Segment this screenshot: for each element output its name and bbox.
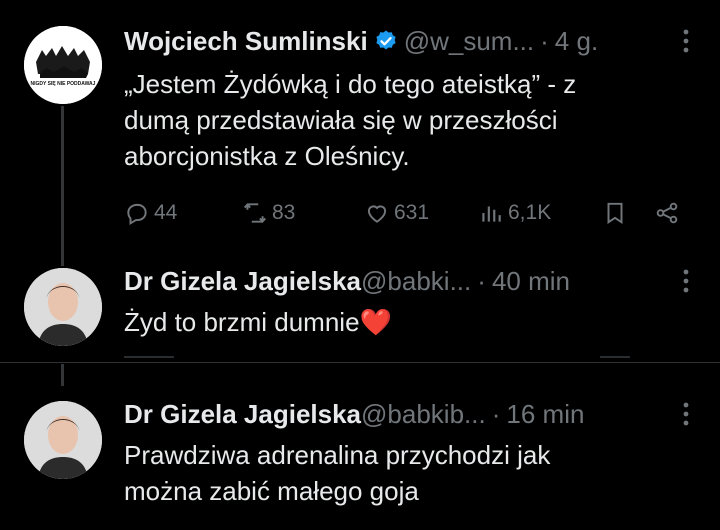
tweet-1[interactable]: NIGDY SIĘ NIE PODDAWAJ Wojciech Sumlinsk… (0, 0, 720, 266)
repost-button[interactable]: 83 (242, 196, 295, 230)
timestamp[interactable]: 16 min (506, 399, 584, 430)
avatar-caption: NIGDY SIĘ NIE PODDAWAJ (30, 81, 96, 87)
avatar[interactable]: NIGDY SIĘ NIE PODDAWAJ (24, 26, 102, 104)
tweet-header: Wojciech Sumlinski @w_sum... · 4 g. (124, 24, 700, 58)
separator-dot: · (540, 25, 549, 56)
tweet-header: Dr Gizela Jagielska @babkib... · 16 min (124, 397, 700, 431)
hidden-actions-divider (600, 356, 630, 358)
author-handle[interactable]: @babkib... (361, 399, 486, 430)
more-options-icon[interactable] (674, 397, 698, 431)
wolves-logo-icon (24, 26, 102, 104)
repost-icon (243, 203, 267, 223)
tweet-3[interactable]: Dr Gizela Jagielska @babkib... · 16 min … (0, 385, 720, 530)
hidden-actions-divider (124, 356, 174, 358)
views-icon (482, 206, 501, 222)
tweet-header: Dr Gizela Jagielska @babki... · 40 min (124, 264, 700, 298)
timestamp[interactable]: 40 min (492, 266, 570, 297)
author-name[interactable]: Wojciech Sumlinski (124, 26, 368, 57)
repost-count: 83 (272, 201, 296, 224)
views-count: 6,1K (508, 201, 552, 224)
tweet-text: Prawdziwa adrenalina przychodzi jak możn… (124, 440, 551, 506)
verified-badge-icon (374, 29, 398, 53)
tweet-text-row: Żyd to brzmi dumnie❤️ (124, 304, 680, 340)
like-count: 631 (394, 201, 430, 224)
more-options-icon[interactable] (674, 264, 698, 298)
reply-icon (127, 203, 147, 226)
conversation-divider (0, 362, 720, 363)
timestamp[interactable]: 4 g. (555, 26, 598, 57)
tweet-text: „Jestem Żydówką i do tego ateistką” - z … (124, 69, 577, 171)
red-heart-emoji: ❤️ (359, 307, 392, 337)
reply-button[interactable]: 44 (124, 196, 177, 230)
avatar[interactable] (24, 268, 102, 346)
heart-icon (367, 205, 387, 223)
tweet-text: Żyd to brzmi dumnie (124, 307, 360, 337)
reply-count: 44 (154, 201, 178, 224)
tweet-2[interactable]: Dr Gizela Jagielska @babki... · 40 min Ż… (0, 260, 720, 360)
tweet-actions: 44 83 631 6,1K (124, 196, 698, 230)
like-button[interactable]: 631 (364, 196, 429, 230)
separator-dot: · (477, 265, 486, 296)
bookmark-icon (607, 202, 623, 225)
more-options-icon[interactable] (674, 24, 698, 58)
thread-line (61, 106, 64, 266)
avatar[interactable] (24, 401, 102, 479)
author-handle[interactable]: @babki... (361, 266, 471, 297)
share-button[interactable] (654, 196, 680, 230)
share-icon (656, 202, 678, 224)
profile-photo-icon (24, 268, 102, 346)
author-name[interactable]: Dr Gizela Jagielska (124, 399, 361, 430)
profile-photo-icon (24, 401, 102, 479)
views-button[interactable]: 6,1K (478, 196, 551, 230)
bookmark-button[interactable] (602, 196, 628, 230)
separator-dot: · (491, 398, 501, 429)
thread-line (61, 364, 64, 386)
author-handle[interactable]: @w_sum... (404, 26, 534, 57)
author-name[interactable]: Dr Gizela Jagielska (124, 266, 361, 297)
